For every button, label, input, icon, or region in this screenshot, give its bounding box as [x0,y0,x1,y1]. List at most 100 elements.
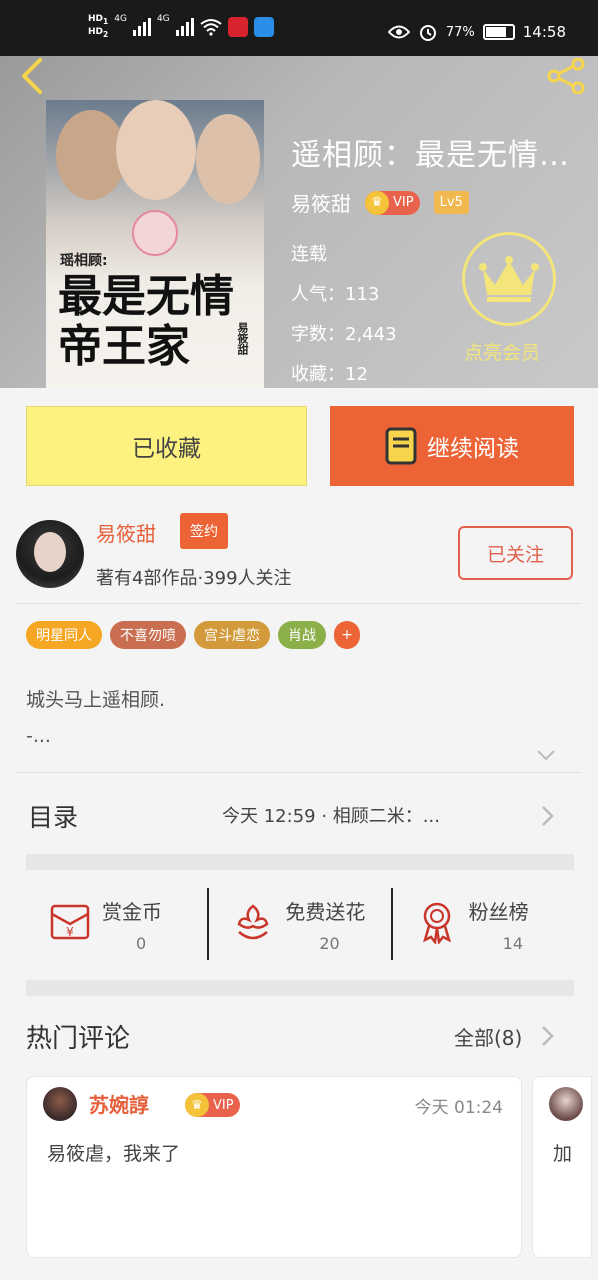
signal-icon-2 [175,17,194,36]
avatar-face [34,532,66,572]
app-notification-icon [227,16,248,37]
cover-figure-3 [196,114,260,204]
author-name[interactable]: 易筱甜 [96,518,156,547]
status-left: HD1 HD2 4G 4G [88,14,274,40]
book-header: 瑶相顾: 最是无情帝王家 易筱甜 遥相顾：最是无情帝王家 易筱甜 ♛ VIP L… [0,56,598,388]
comment-time: 今天 01:24 [414,1098,503,1118]
alarm-icon [419,25,436,41]
divider [16,772,582,773]
status-right: 77% 14:58 [387,22,566,42]
reward-fans-value: 14 [502,934,524,953]
comment-text: 加 [553,1143,573,1165]
share-button[interactable] [544,57,588,95]
book-word-count: 字数：2,443 [291,324,397,345]
tag-item[interactable]: 明星同人 [26,621,102,649]
comment-user[interactable]: 苏婉諄 [89,1089,149,1118]
battery-level [485,27,506,37]
continue-reading-label: 继续阅读 [427,436,519,462]
comment-text: 易筱虐，我来了 [47,1143,181,1165]
vip-label: VIP [213,1097,234,1113]
vip-label: VIP [393,195,414,210]
reward-flowers-label: 免费送花 [285,900,366,924]
flower-icon [237,904,269,940]
toc-label[interactable]: 目录 [28,798,78,834]
back-arrow-icon [22,58,42,94]
book-popularity: 人气：113 [291,284,380,305]
tag-item[interactable]: 不喜勿喷 [110,621,186,649]
follow-button[interactable]: 已关注 [458,526,573,580]
hd-indicators: HD1 HD2 [88,14,108,40]
hd2-sub: 2 [103,29,109,39]
book-summary[interactable]: 城头马上遥相顾. -... [26,682,165,754]
battery-percent: 77% [445,24,475,40]
author-avatar[interactable] [16,520,84,588]
member-label[interactable]: 点亮会员 [464,338,540,365]
summary-line: -... [26,725,51,747]
status-bar: HD1 HD2 4G 4G 77% 14:58 [0,0,598,56]
reward-fans-label: 粉丝榜 [468,900,529,924]
sig2-label: 4G [156,14,170,24]
cover-big-title: 最是无情帝王家 [58,271,234,372]
crown-icon: ♛ [185,1093,209,1117]
comment-avatar[interactable] [43,1087,77,1121]
wifi-icon [200,18,222,36]
book-status: 连载 [291,244,327,265]
reward-flowers-value: 20 [319,934,340,953]
svg-text:¥: ¥ [66,925,74,939]
reward-flowers[interactable]: 免费送花 20 [209,870,390,980]
clock: 14:58 [522,23,566,41]
all-comments-link[interactable]: 全部(8) [454,1022,522,1051]
divider [16,603,582,604]
reward-fans[interactable]: 粉丝榜 14 [393,870,574,980]
comment-card[interactable]: 加 [532,1076,592,1258]
back-button[interactable] [16,56,52,96]
tag-item[interactable]: 肖战 [278,621,326,649]
tag-item[interactable]: 宫斗虐恋 [194,621,270,649]
hd1-sub: 1 [103,16,109,26]
medal-icon [422,902,451,944]
book-favorites: 收藏：12 [291,364,368,385]
toc-latest-chapter[interactable]: 今天 12:59 · 相顾二米：... [222,802,518,828]
comment-card[interactable]: 苏婉諄 ♛ VIP 今天 01:24 易筱虐，我来了 [26,1076,522,1258]
chevron-right-icon[interactable] [540,804,556,828]
hd2-label: HD [88,26,104,37]
level-badge: Lv5 [433,191,469,214]
expand-chevron-icon[interactable] [536,748,556,762]
book-author-line: 易筱甜 ♛ VIP Lv5 [291,188,469,217]
signal-icon [132,17,151,36]
signed-badge: 签约 [180,513,228,549]
rewards-row: ¥ 赏金币 0 免费送花 20 粉丝榜 14 [26,870,574,980]
cover-figure-4 [132,210,178,256]
hd1-label: HD [88,14,104,24]
eye-icon [387,25,410,39]
red-envelope-icon: ¥ [50,904,90,940]
reward-coins-label: 赏金币 [102,900,162,924]
reward-coins-value: 0 [136,934,147,953]
comment-avatar[interactable] [549,1087,583,1121]
summary-line: 城头马上遥相顾. [26,689,166,711]
book-author[interactable]: 易筱甜 [291,188,351,217]
vip-badge: ♛ VIP [365,190,420,215]
book-icon [385,427,417,465]
crown-icon-large [479,256,539,302]
section-separator [26,854,574,870]
book-title: 遥相顾：最是无情帝王家 [291,138,591,173]
tag-more-button[interactable]: + [334,621,360,649]
reward-coins[interactable]: ¥ 赏金币 0 [26,870,207,980]
crown-icon: ♛ [365,190,389,215]
section-separator [26,980,574,996]
continue-reading-button[interactable]: 继续阅读 [330,406,574,486]
vip-badge: ♛ VIP [185,1093,240,1117]
chevron-right-icon[interactable] [540,1024,556,1048]
cover-author-mark: 易筱甜 [236,322,249,355]
cover-small-title: 瑶相顾: [60,253,108,269]
battery-icon [482,24,515,40]
cover-figure-2 [116,100,196,200]
book-cover[interactable]: 瑶相顾: 最是无情帝王家 易筱甜 [46,100,264,388]
share-icon [547,57,585,95]
sig1-label: 4G [114,14,127,24]
member-button[interactable] [462,232,556,326]
collected-button[interactable]: 已收藏 [26,406,307,486]
author-stats: 著有4部作品·399人关注 [96,568,292,589]
tag-list: 明星同人 不喜勿喷 宫斗虐恋 肖战 + [26,621,360,649]
